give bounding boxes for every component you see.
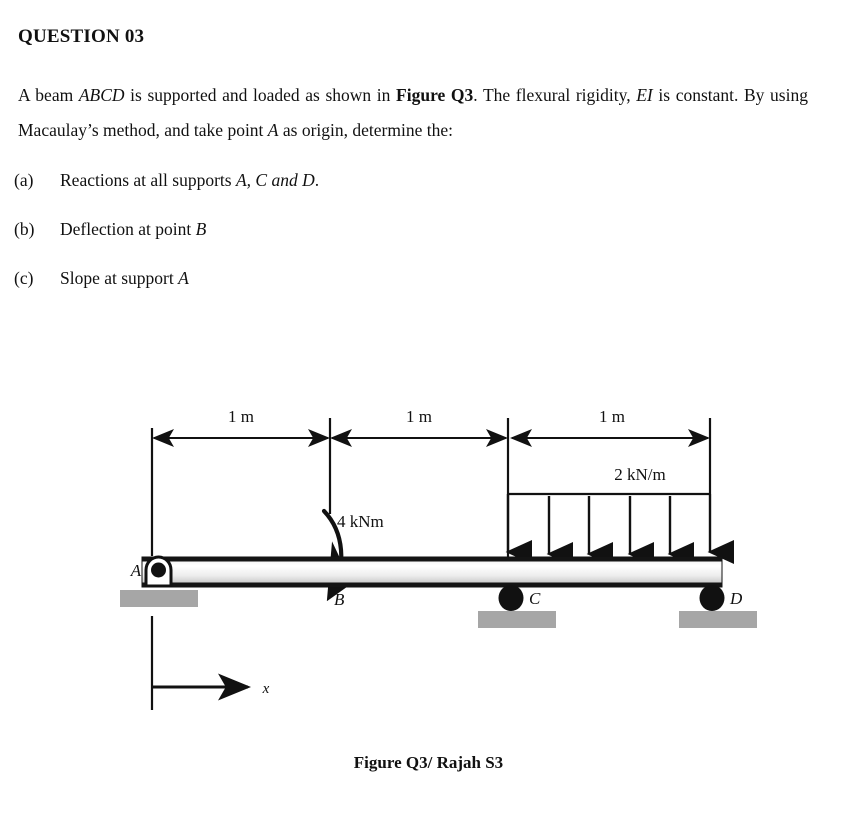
question-body-seg-0: A beam [18, 85, 79, 105]
sub-question-a-marker: (a) [14, 170, 34, 190]
node-label-b: B [334, 590, 345, 609]
beam-member [141, 556, 723, 588]
node-label-d: D [729, 589, 743, 608]
dimension-label-ab: 1 m [228, 407, 254, 426]
roller-c-icon [498, 585, 524, 611]
sub-question-c-text: Slope at support A [60, 266, 189, 290]
question-body-seg-7: A [267, 120, 279, 140]
support-c-base [478, 611, 556, 628]
sub-question-a-suffix: . [314, 170, 320, 190]
question-page: QUESTION 03 A beam ABCD is supported and… [0, 0, 857, 837]
beam-bottom-edge [142, 582, 722, 587]
support-d-base [679, 611, 757, 628]
sub-question-b-text: Deflection at point B [60, 217, 206, 241]
sub-question-b: (b) Deflection at point B [14, 217, 714, 266]
support-d-roller: D [679, 585, 757, 628]
roller-d-icon [699, 585, 725, 611]
beam-diagram: 1 m 1 m 1 m 2 kN/m 4 kNm A C D B x [0, 380, 857, 800]
sub-question-b-prefix: Deflection at point [60, 219, 196, 239]
x-axis-label: x [262, 681, 270, 697]
sub-question-a-prefix: Reactions at all supports [60, 170, 236, 190]
question-body-seg-2: is supported and loaded as shown in [124, 85, 397, 105]
support-a-base [120, 590, 198, 607]
sub-question-b-symbols: B [195, 219, 207, 239]
page-title: QUESTION 03 [18, 26, 145, 47]
sub-question-b-marker: (b) [14, 219, 35, 239]
dimension-label-cd: 1 m [599, 407, 625, 426]
sub-question-c: (c) Slope at support A [14, 266, 714, 315]
figure-caption: Figure Q3/ Rajah S3 [353, 753, 504, 772]
udl-label: 2 kN/m [614, 465, 665, 484]
node-label-a: A [130, 561, 142, 580]
question-body-seg-4: . The flexural rigidity, [473, 85, 637, 105]
question-body-seg-1: ABCD [78, 85, 125, 105]
sub-question-a-text: Reactions at all supports A, C and D. [60, 168, 319, 192]
question-body-seg-8: as origin, determine the: [278, 120, 453, 140]
question-body: A beam ABCD is supported and loaded as s… [18, 78, 808, 148]
beam-top-edge [142, 557, 722, 562]
udl-load-group: 2 kN/m [505, 465, 734, 566]
dimension-label-bc: 1 m [406, 407, 432, 426]
sub-question-a-symbols: A, C and D [235, 170, 315, 190]
question-body-seg-5: EI [636, 85, 653, 105]
question-body-seg-3: Figure Q3 [396, 85, 474, 105]
pin-hinge-icon [151, 562, 166, 578]
support-c-roller: C [478, 585, 556, 628]
dimension-chain: 1 m 1 m 1 m [152, 407, 710, 447]
sub-question-list: (a) Reactions at all supports A, C and D… [14, 168, 714, 315]
sub-question-c-symbols: A [178, 268, 189, 288]
moment-label: 4 kNm [337, 512, 384, 531]
sub-question-c-marker: (c) [14, 268, 34, 288]
sub-question-a: (a) Reactions at all supports A, C and D… [14, 168, 714, 217]
x-axis-group: x [152, 673, 270, 701]
node-label-c: C [529, 589, 541, 608]
sub-question-c-prefix: Slope at support [60, 268, 179, 288]
